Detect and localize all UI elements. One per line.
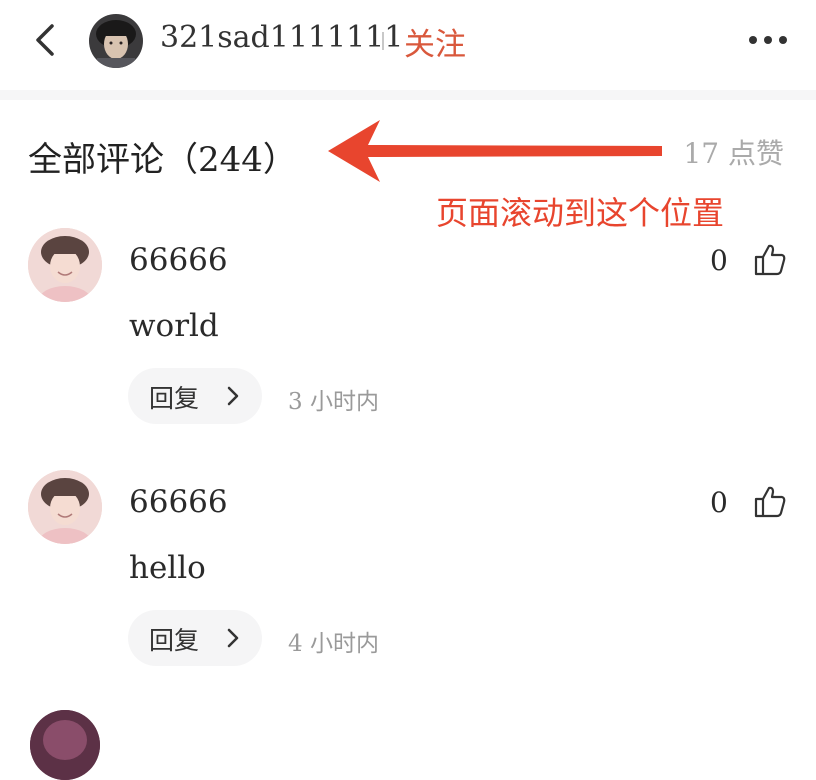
top-bar: 321sad1111111 关注 xyxy=(0,0,816,90)
comment-time: 4 小时内 xyxy=(288,631,379,657)
thumb-up-icon[interactable] xyxy=(752,484,788,520)
comment-time: 3 小时内 xyxy=(288,389,379,415)
author-name[interactable]: 321sad1111111 xyxy=(160,20,403,55)
reply-label: 回复 xyxy=(149,626,200,655)
comments-section-title: 全部评论（244） xyxy=(28,140,297,180)
commenter-avatar[interactable] xyxy=(30,710,100,780)
comment-username[interactable]: 66666 xyxy=(129,484,228,520)
comment-item: 66666 0 hello 回复 4 小时内 xyxy=(0,470,816,680)
thumb-up-icon[interactable] xyxy=(752,242,788,278)
name-divider xyxy=(382,32,384,50)
reply-button[interactable]: 回复 xyxy=(128,368,262,424)
comment-username[interactable]: 66666 xyxy=(129,242,228,278)
comment-like-count: 0 xyxy=(710,486,728,519)
chevron-left-icon xyxy=(36,24,54,56)
commenter-avatar[interactable] xyxy=(28,228,102,302)
header-separator xyxy=(0,90,816,100)
annotation-arrow-icon xyxy=(328,120,662,182)
comment-like-count: 0 xyxy=(710,244,728,277)
chevron-right-icon xyxy=(227,628,239,648)
commenter-avatar[interactable] xyxy=(28,470,102,544)
total-likes: 17 点赞 xyxy=(683,137,784,170)
reply-label: 回复 xyxy=(149,384,200,413)
comment-text: world xyxy=(129,308,219,344)
comment-text: hello xyxy=(129,550,206,586)
reply-button[interactable]: 回复 xyxy=(128,610,262,666)
back-button[interactable] xyxy=(30,20,64,60)
more-button[interactable] xyxy=(745,28,791,52)
comment-item: 66666 0 world 回复 3 小时内 xyxy=(0,228,816,438)
chevron-right-icon xyxy=(227,386,239,406)
author-avatar[interactable] xyxy=(89,14,143,68)
follow-button[interactable]: 关注 xyxy=(404,19,466,64)
